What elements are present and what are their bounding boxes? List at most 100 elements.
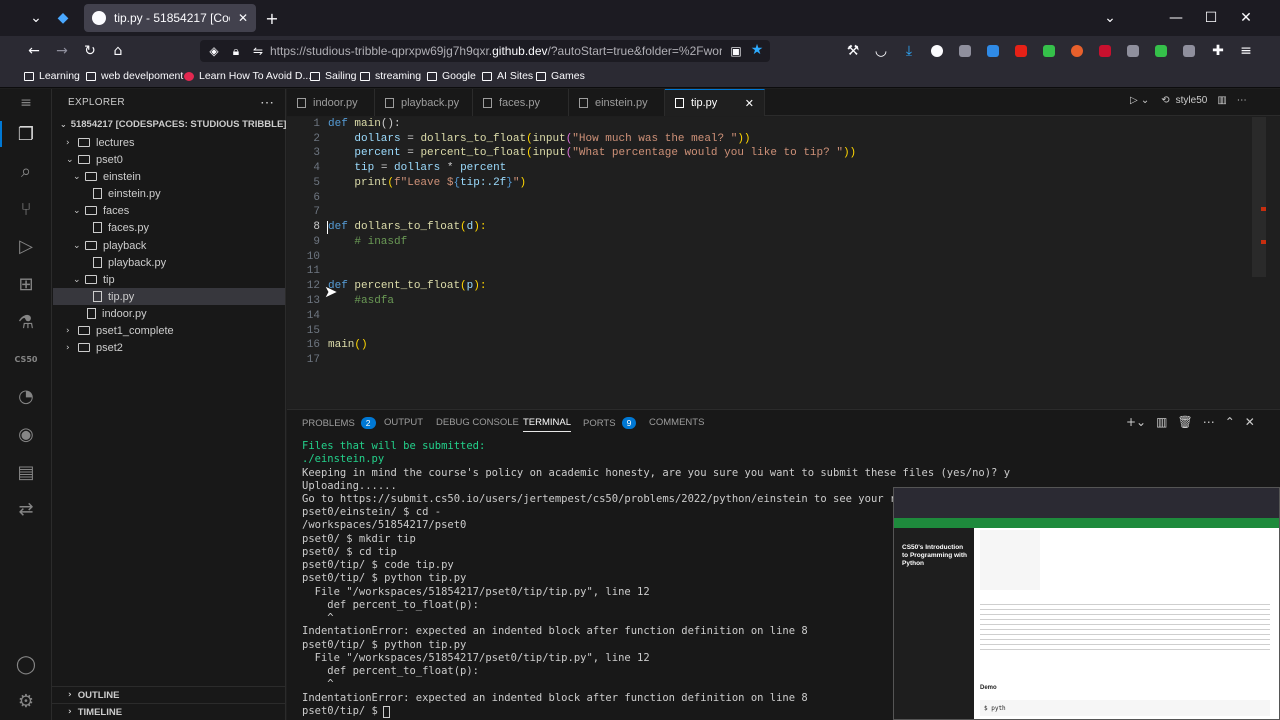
menu-hamburger-icon[interactable]: ≡ [14, 91, 38, 115]
panel-tab-terminal[interactable]: TERMINAL [523, 417, 572, 432]
tree-file-indoor-py[interactable]: indoor.py [87, 305, 147, 322]
extension-8-icon[interactable] [1127, 45, 1139, 57]
panel-tab-ports[interactable]: PORTS 9 [583, 417, 637, 429]
panel-tab-output[interactable]: OUTPUT [384, 417, 423, 428]
extension-7-icon[interactable] [1099, 45, 1111, 57]
tab-indoor-py[interactable]: indoor.py [287, 89, 375, 116]
bookmark-sailing[interactable]: Sailing [310, 70, 357, 82]
tab-overflow-chevron-icon[interactable]: ⌄ [1102, 10, 1118, 26]
tree-folder-faces[interactable]: ⌄ faces [73, 202, 129, 219]
source-control-icon[interactable]: ⑂ [14, 197, 38, 221]
url-text[interactable]: https://studious-tribble-qprxpw69jg7h9qx… [270, 44, 722, 58]
tree-file-einstein-py[interactable]: einstein.py [93, 185, 161, 202]
kill-terminal-icon[interactable]: 🗑︎ [1177, 415, 1192, 429]
tab-playback-py[interactable]: playback.py [375, 89, 473, 116]
run-debug-icon[interactable]: ▷ [14, 234, 38, 258]
panel-tab-problems[interactable]: PROBLEMS 2 [302, 417, 376, 429]
explorer-files-icon[interactable]: ❐ [14, 122, 38, 146]
close-tab-icon[interactable]: ✕ [238, 11, 248, 25]
youtube-extension-icon[interactable] [1015, 45, 1027, 57]
minimize-window-icon[interactable]: — [1168, 10, 1184, 26]
extensions-puzzle-icon[interactable]: ✚ [1210, 43, 1226, 59]
terminal-line: pset0/einstein/ $ cd - [302, 506, 442, 518]
downloads-icon[interactable]: ⤓ [901, 43, 917, 59]
tab-faces-py[interactable]: faces.py [473, 89, 569, 116]
live-share-icon[interactable]: ⇄ [14, 497, 38, 521]
timeline-section[interactable]: › TIMELINE [52, 703, 286, 720]
extension-2-icon[interactable] [959, 45, 971, 57]
tab-einstein-py[interactable]: einstein.py [569, 89, 665, 116]
tree-folder-playback[interactable]: ⌄ playback [73, 237, 146, 254]
new-tab-icon[interactable]: + [264, 9, 280, 28]
extension-1-icon[interactable] [931, 45, 943, 57]
tree-folder-pset1-complete[interactable]: › pset1_complete [66, 322, 174, 339]
split-terminal-icon[interactable]: ▥ [1156, 415, 1167, 429]
tree-file-playback-py[interactable]: playback.py [93, 254, 166, 271]
back-icon[interactable]: ← [26, 43, 42, 59]
panel-tab-debug-console[interactable]: DEBUG CONSOLE [436, 417, 519, 428]
line-number: 3 [313, 147, 320, 159]
bookmark-ai-sites[interactable]: AI Sites [482, 70, 533, 82]
home-icon[interactable]: ⌂ [110, 43, 126, 59]
bookmark-streaming[interactable]: streaming [360, 70, 421, 82]
tree-file-tip-py[interactable]: tip.py [93, 288, 134, 305]
pocket-icon[interactable]: ◡ [873, 43, 889, 59]
accounts-icon[interactable]: ◯ [14, 652, 38, 676]
run-python-icon[interactable]: ▷ ⌄ [1130, 95, 1149, 106]
tree-folder-pset2[interactable]: › pset2 [66, 339, 123, 356]
compare-icon[interactable]: ⟲ [1161, 95, 1169, 106]
maximize-panel-icon[interactable]: ⌃ [1225, 415, 1235, 429]
terminal-prompt-line[interactable]: pset0/tip/ $ [302, 705, 384, 718]
extension-5-icon[interactable] [1043, 45, 1055, 57]
settings-gear-icon[interactable]: ⚙ [14, 689, 38, 713]
close-tab-icon[interactable]: ✕ [745, 97, 754, 110]
bookmark-games[interactable]: Games [536, 70, 585, 82]
firefox-view-icon[interactable]: ◆ [54, 9, 72, 27]
list-all-tabs-icon[interactable]: ⌄ [28, 10, 44, 26]
ducky-icon[interactable]: ◔ [14, 384, 38, 408]
tracking-protection-icon[interactable]: ◈ [206, 43, 222, 59]
forward-icon[interactable]: → [54, 43, 70, 59]
more-actions-icon[interactable]: ⋯ [1237, 95, 1247, 106]
tools-icon[interactable]: ⚒ [845, 43, 861, 59]
editor-scrollbar[interactable] [1252, 117, 1266, 277]
github-icon[interactable]: ◉ [14, 422, 38, 446]
more-actions-icon[interactable]: ⋯ [260, 94, 274, 111]
browser-tab-active[interactable]: tip.py - 51854217 [Codespaces: ✕ [84, 4, 256, 32]
tree-folder-tip[interactable]: ⌄ tip [73, 271, 115, 288]
tab-tip-py[interactable]: tip.py ✕ [665, 89, 765, 116]
panel-tab-comments[interactable]: COMMENTS [649, 417, 704, 428]
split-editor-icon[interactable]: ▥ [1217, 95, 1226, 106]
style50-button[interactable]: style50 [1176, 95, 1208, 106]
bookmark-star-icon[interactable]: ★ [749, 42, 765, 58]
permissions-icon[interactable]: ⇋ [250, 43, 266, 59]
tree-folder-einstein[interactable]: ⌄ einstein [73, 168, 141, 185]
testing-flask-icon[interactable]: ⚗ [14, 310, 38, 334]
new-terminal-icon[interactable]: +⌄ [1126, 415, 1146, 429]
lock-icon[interactable]: 🔒︎ [228, 43, 244, 59]
tree-file-faces-py[interactable]: faces.py [93, 219, 149, 236]
tree-folder-pset0[interactable]: ⌄ pset0 [66, 151, 123, 168]
more-actions-icon[interactable]: ⋯ [1203, 415, 1215, 429]
extension-10-icon[interactable] [1183, 45, 1195, 57]
reader-mode-icon[interactable]: ▣ [728, 43, 744, 59]
outline-section[interactable]: › OUTLINE [52, 686, 286, 703]
tree-folder-lectures[interactable]: › lectures [66, 134, 135, 151]
reload-icon[interactable]: ↻ [82, 43, 98, 59]
extension-6-icon[interactable] [1071, 45, 1083, 57]
search-icon[interactable]: ⌕ [14, 159, 38, 183]
bookmark-google[interactable]: Google [427, 70, 476, 82]
workspace-root-folder[interactable]: ⌄ 51854217 [CODESPACES: STUDIOUS TRIBBLE] [60, 119, 286, 130]
app-menu-icon[interactable]: ≡ [1238, 43, 1254, 59]
bookmark-learning[interactable]: Learning [24, 70, 80, 82]
close-window-icon[interactable]: ✕ [1238, 10, 1254, 26]
extension-3-icon[interactable] [987, 45, 999, 57]
bookmark-learn-how[interactable]: Learn How To Avoid D... [184, 70, 311, 82]
bookmark-web-development[interactable]: web develpoment [86, 70, 183, 82]
extension-9-icon[interactable] [1155, 45, 1167, 57]
maximize-window-icon[interactable]: ☐ [1203, 10, 1219, 26]
docker-icon[interactable]: ▤ [14, 460, 38, 484]
cs50-icon[interactable]: CS50 [14, 347, 38, 371]
extensions-icon[interactable]: ⊞ [14, 272, 38, 296]
close-panel-icon[interactable]: ✕ [1245, 415, 1255, 429]
